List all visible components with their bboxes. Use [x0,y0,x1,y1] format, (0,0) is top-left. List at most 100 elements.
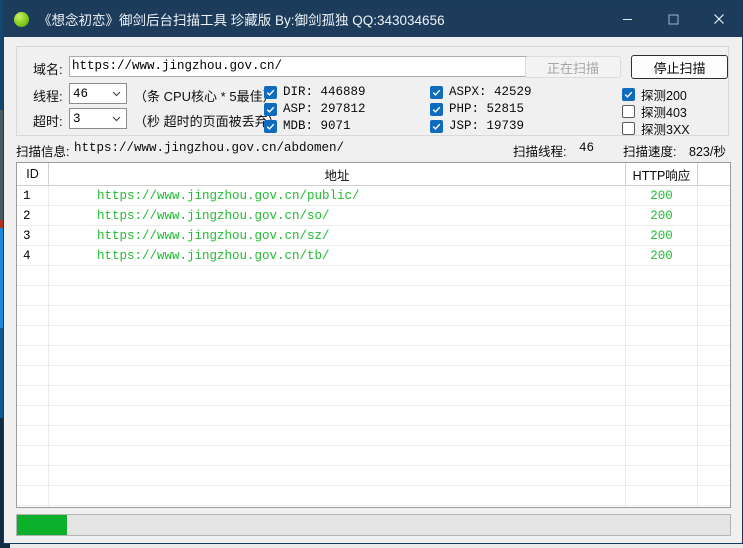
check-icon [266,106,275,113]
timeout-select[interactable]: 3 [69,108,127,129]
table-row[interactable]: 1 https://www.jingzhou.gov.cn/public/ 20… [17,186,730,206]
checkbox-asp[interactable]: ASP: 297812 [264,102,366,116]
cell-empty [698,266,729,285]
checkbox-box [430,85,443,99]
table-empty-rows [17,266,730,507]
table-empty-row[interactable] [17,386,730,406]
table-empty-row[interactable] [17,506,730,507]
table-row[interactable]: 2 https://www.jingzhou.gov.cn/so/ 200 [17,206,730,226]
cell-empty [17,486,49,505]
cell-empty [49,326,626,345]
column-header-id[interactable]: ID [17,163,49,185]
timeout-hint: （秒 超时的页面被丢弃） [134,114,281,129]
cell-empty [17,506,49,507]
green-circle-icon [14,11,29,27]
scan-info-label: 扫描信息: [16,145,70,159]
results-table[interactable]: ID 地址 HTTP响应 1 https://www.jingzhou.gov.… [16,162,731,508]
cell-empty [17,406,49,425]
checkbox-box [430,102,443,116]
table-empty-row[interactable] [17,306,730,326]
close-button[interactable] [696,1,742,37]
cell-empty [626,426,698,445]
cell-empty [626,506,698,507]
cell-empty [626,326,698,345]
threads-value: 46 [73,86,89,101]
column-header-extra[interactable] [698,163,729,185]
stop-scan-button[interactable]: 停止扫描 [631,55,728,79]
scan-settings-panel: 域名: https://www.jingzhou.gov.cn/ 正在扫描 停止… [16,46,729,138]
checkbox-php[interactable]: PHP: 52815 [430,102,524,116]
checkbox-box [622,105,635,118]
domain-input[interactable]: https://www.jingzhou.gov.cn/ [69,56,553,77]
cell-empty [626,366,698,385]
column-header-http[interactable]: HTTP响应 [626,163,698,185]
table-empty-row[interactable] [17,286,730,306]
minimize-button[interactable] [604,1,650,37]
cell-extra [698,226,729,245]
cell-empty [698,346,729,365]
cell-id: 3 [17,226,49,245]
cell-address: https://www.jingzhou.gov.cn/so/ [49,206,626,225]
cell-empty [17,346,49,365]
maximize-icon [668,14,678,24]
cell-empty [698,466,729,485]
scan-speed-value: 823/秒 [689,145,726,159]
checkbox-aspx[interactable]: ASPX: 42529 [430,85,532,99]
cell-empty [17,266,49,285]
screen: 《想念初恋》御剑后台扫描工具 珍藏版 By:御剑孤独 QQ:343034656 [0,0,743,548]
checkbox-box [622,88,635,101]
client-area: 域名: https://www.jingzhou.gov.cn/ 正在扫描 停止… [4,37,742,543]
scan-progress-bar [16,514,731,536]
maximize-button[interactable] [650,1,696,37]
cell-empty [17,366,49,385]
close-icon [714,14,724,24]
threads-select[interactable]: 46 [69,83,127,104]
cell-empty [626,286,698,305]
checkbox-label: MDB: 9071 [283,119,351,133]
threads-hint: （条 CPU核心 * 5最佳） [134,89,276,104]
table-header-row: ID 地址 HTTP响应 [17,163,730,186]
scan-speed-label: 扫描速度: [623,145,677,159]
checkbox-dir[interactable]: DIR: 446889 [264,85,366,99]
table-empty-row[interactable] [17,466,730,486]
checkbox-label: ASPX: 42529 [449,85,532,99]
table-empty-row[interactable] [17,486,730,506]
cell-empty [698,506,729,507]
table-empty-row[interactable] [17,266,730,286]
cell-empty [626,406,698,425]
checkbox-mdb[interactable]: MDB: 9071 [264,119,351,133]
table-row[interactable]: 4 https://www.jingzhou.gov.cn/tb/ 200 [17,246,730,266]
window-controls [604,1,742,37]
table-empty-row[interactable] [17,326,730,346]
cell-empty [626,466,698,485]
cell-empty [49,266,626,285]
cell-id: 2 [17,206,49,225]
check-icon [432,89,441,96]
checkbox-jsp[interactable]: JSP: 19739 [430,119,524,133]
table-empty-row[interactable] [17,366,730,386]
table-empty-row[interactable] [17,426,730,446]
table-empty-row[interactable] [17,346,730,366]
cell-empty [49,506,626,507]
timeout-value: 3 [73,111,81,126]
cell-empty [49,406,626,425]
cell-extra [698,186,729,205]
cell-extra [698,206,729,225]
cell-empty [626,386,698,405]
app-window: 《想念初恋》御剑后台扫描工具 珍藏版 By:御剑孤独 QQ:343034656 [3,0,743,544]
table-row[interactable]: 3 https://www.jingzhou.gov.cn/sz/ 200 [17,226,730,246]
checkbox-label: 探测3XX [641,123,690,137]
cell-address: https://www.jingzhou.gov.cn/public/ [49,186,626,205]
checkbox-label: ASP: 297812 [283,102,366,116]
checkbox-probe-3xx[interactable]: 探测3XX [622,119,690,138]
chevron-down-icon [112,91,121,96]
cell-empty [17,326,49,345]
table-empty-row[interactable] [17,446,730,466]
cell-empty [49,446,626,465]
cell-http: 200 [626,206,698,225]
column-header-address[interactable]: 地址 [49,163,626,185]
check-icon [266,123,275,130]
checkbox-label: PHP: 52815 [449,102,525,116]
cell-empty [698,406,729,425]
table-empty-row[interactable] [17,406,730,426]
